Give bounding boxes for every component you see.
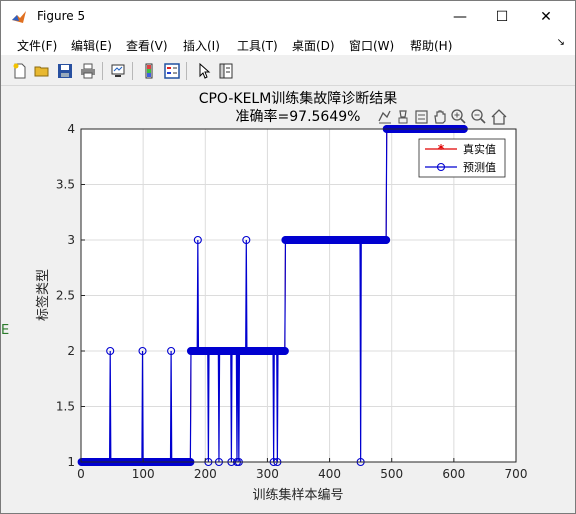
x-tick-label: 500 (380, 467, 403, 481)
x-tick-label: 300 (256, 467, 279, 481)
menu-tools[interactable]: 工具(T) (237, 37, 278, 54)
export-icon[interactable] (378, 110, 391, 124)
minimize-icon: — (453, 9, 467, 25)
x-tick-label: 100 (132, 467, 155, 481)
menu-bar: 文件(F) 编辑(E) 查看(V) 插入(I) 工具(T) 桌面(D) 窗口(W… (1, 33, 575, 55)
toolbar-separator (102, 62, 103, 80)
chart-title: CPO-KELM训练集故障诊断结果 (199, 90, 398, 107)
close-button[interactable]: ✕ (523, 1, 569, 33)
x-tick-label: 0 (77, 467, 85, 481)
x-tick-label: 200 (194, 467, 217, 481)
open-file-icon[interactable] (33, 62, 51, 80)
select-arrow-icon[interactable] (195, 62, 213, 80)
minimize-button[interactable]: — (437, 1, 483, 33)
menu-edit[interactable]: 编辑(E) (71, 37, 112, 54)
link-plot-icon[interactable] (109, 62, 127, 80)
y-tick-label: 3.5 (56, 178, 75, 192)
zoom-in-icon[interactable] (451, 109, 466, 124)
legend[interactable]: * 真实值 预测值 (418, 138, 506, 178)
chart-subtitle: 准确率=97.5649% (236, 108, 361, 125)
matlab-logo-icon (11, 9, 27, 25)
toolbar-separator (132, 62, 133, 80)
maximize-button[interactable]: ☐ (479, 1, 525, 33)
menu-insert[interactable]: 插入(I) (183, 37, 220, 54)
title-bar: Figure 5 — ☐ ✕ (1, 1, 575, 33)
chart-svg[interactable]: ****************************************… (11, 87, 567, 507)
background-window-fragment: E (1, 323, 10, 338)
axes-toolbar (378, 109, 507, 125)
property-inspector-icon[interactable] (217, 62, 235, 80)
maximize-icon: ☐ (495, 9, 509, 25)
legend-marker-true: * (438, 142, 445, 156)
home-icon[interactable] (491, 109, 507, 125)
figure-canvas: * * * * * * * * * * * * * * * * * * * * * * * * * * * * * * * * * * * * * * * *… (11, 87, 567, 507)
y-tick-label: 1 (67, 455, 75, 469)
grid-lines (80, 128, 517, 463)
new-figure-icon[interactable] (11, 62, 29, 80)
legend-label-pred: 预测值 (463, 161, 496, 174)
x-tick-label: 700 (505, 467, 528, 481)
x-tick-label: 400 (318, 467, 341, 481)
insert-legend-icon[interactable] (163, 62, 181, 80)
print-icon[interactable] (79, 62, 97, 80)
menu-window[interactable]: 窗口(W) (349, 37, 394, 54)
zoom-out-icon[interactable] (471, 109, 486, 124)
figure-window: Figure 5 — ☐ ✕ 文件(F) 编辑(E) 查看(V) 插入(I) 工… (0, 0, 576, 514)
menu-file[interactable]: 文件(F) (17, 37, 57, 54)
pan-hand-icon[interactable] (434, 110, 446, 124)
y-tick-label: 2 (67, 344, 75, 358)
close-icon: ✕ (540, 9, 552, 25)
save-icon[interactable] (56, 62, 74, 80)
menu-desktop[interactable]: 桌面(D) (292, 37, 335, 54)
legend-label-true: 真实值 (463, 142, 496, 156)
y-tick-label: 4 (67, 122, 75, 136)
figure-toolbar (1, 57, 575, 86)
dock-arrow-icon[interactable]: ↘ (557, 37, 565, 48)
insert-colorbar-icon[interactable] (140, 62, 158, 80)
x-axis-label: 训练集样本编号 (252, 487, 343, 503)
y-tick-label: 3 (67, 233, 75, 247)
data-tips-icon[interactable] (415, 110, 428, 124)
y-tick-label: 1.5 (56, 400, 75, 414)
menu-help[interactable]: 帮助(H) (410, 37, 452, 54)
window-title: Figure 5 (37, 9, 86, 23)
y-axis-label: 标签类型 (35, 269, 51, 321)
x-tick-label: 600 (442, 467, 465, 481)
brush-icon[interactable] (398, 110, 408, 124)
menu-view[interactable]: 查看(V) (126, 37, 168, 54)
toolbar-separator (186, 62, 187, 80)
y-tick-label: 2.5 (56, 289, 75, 303)
